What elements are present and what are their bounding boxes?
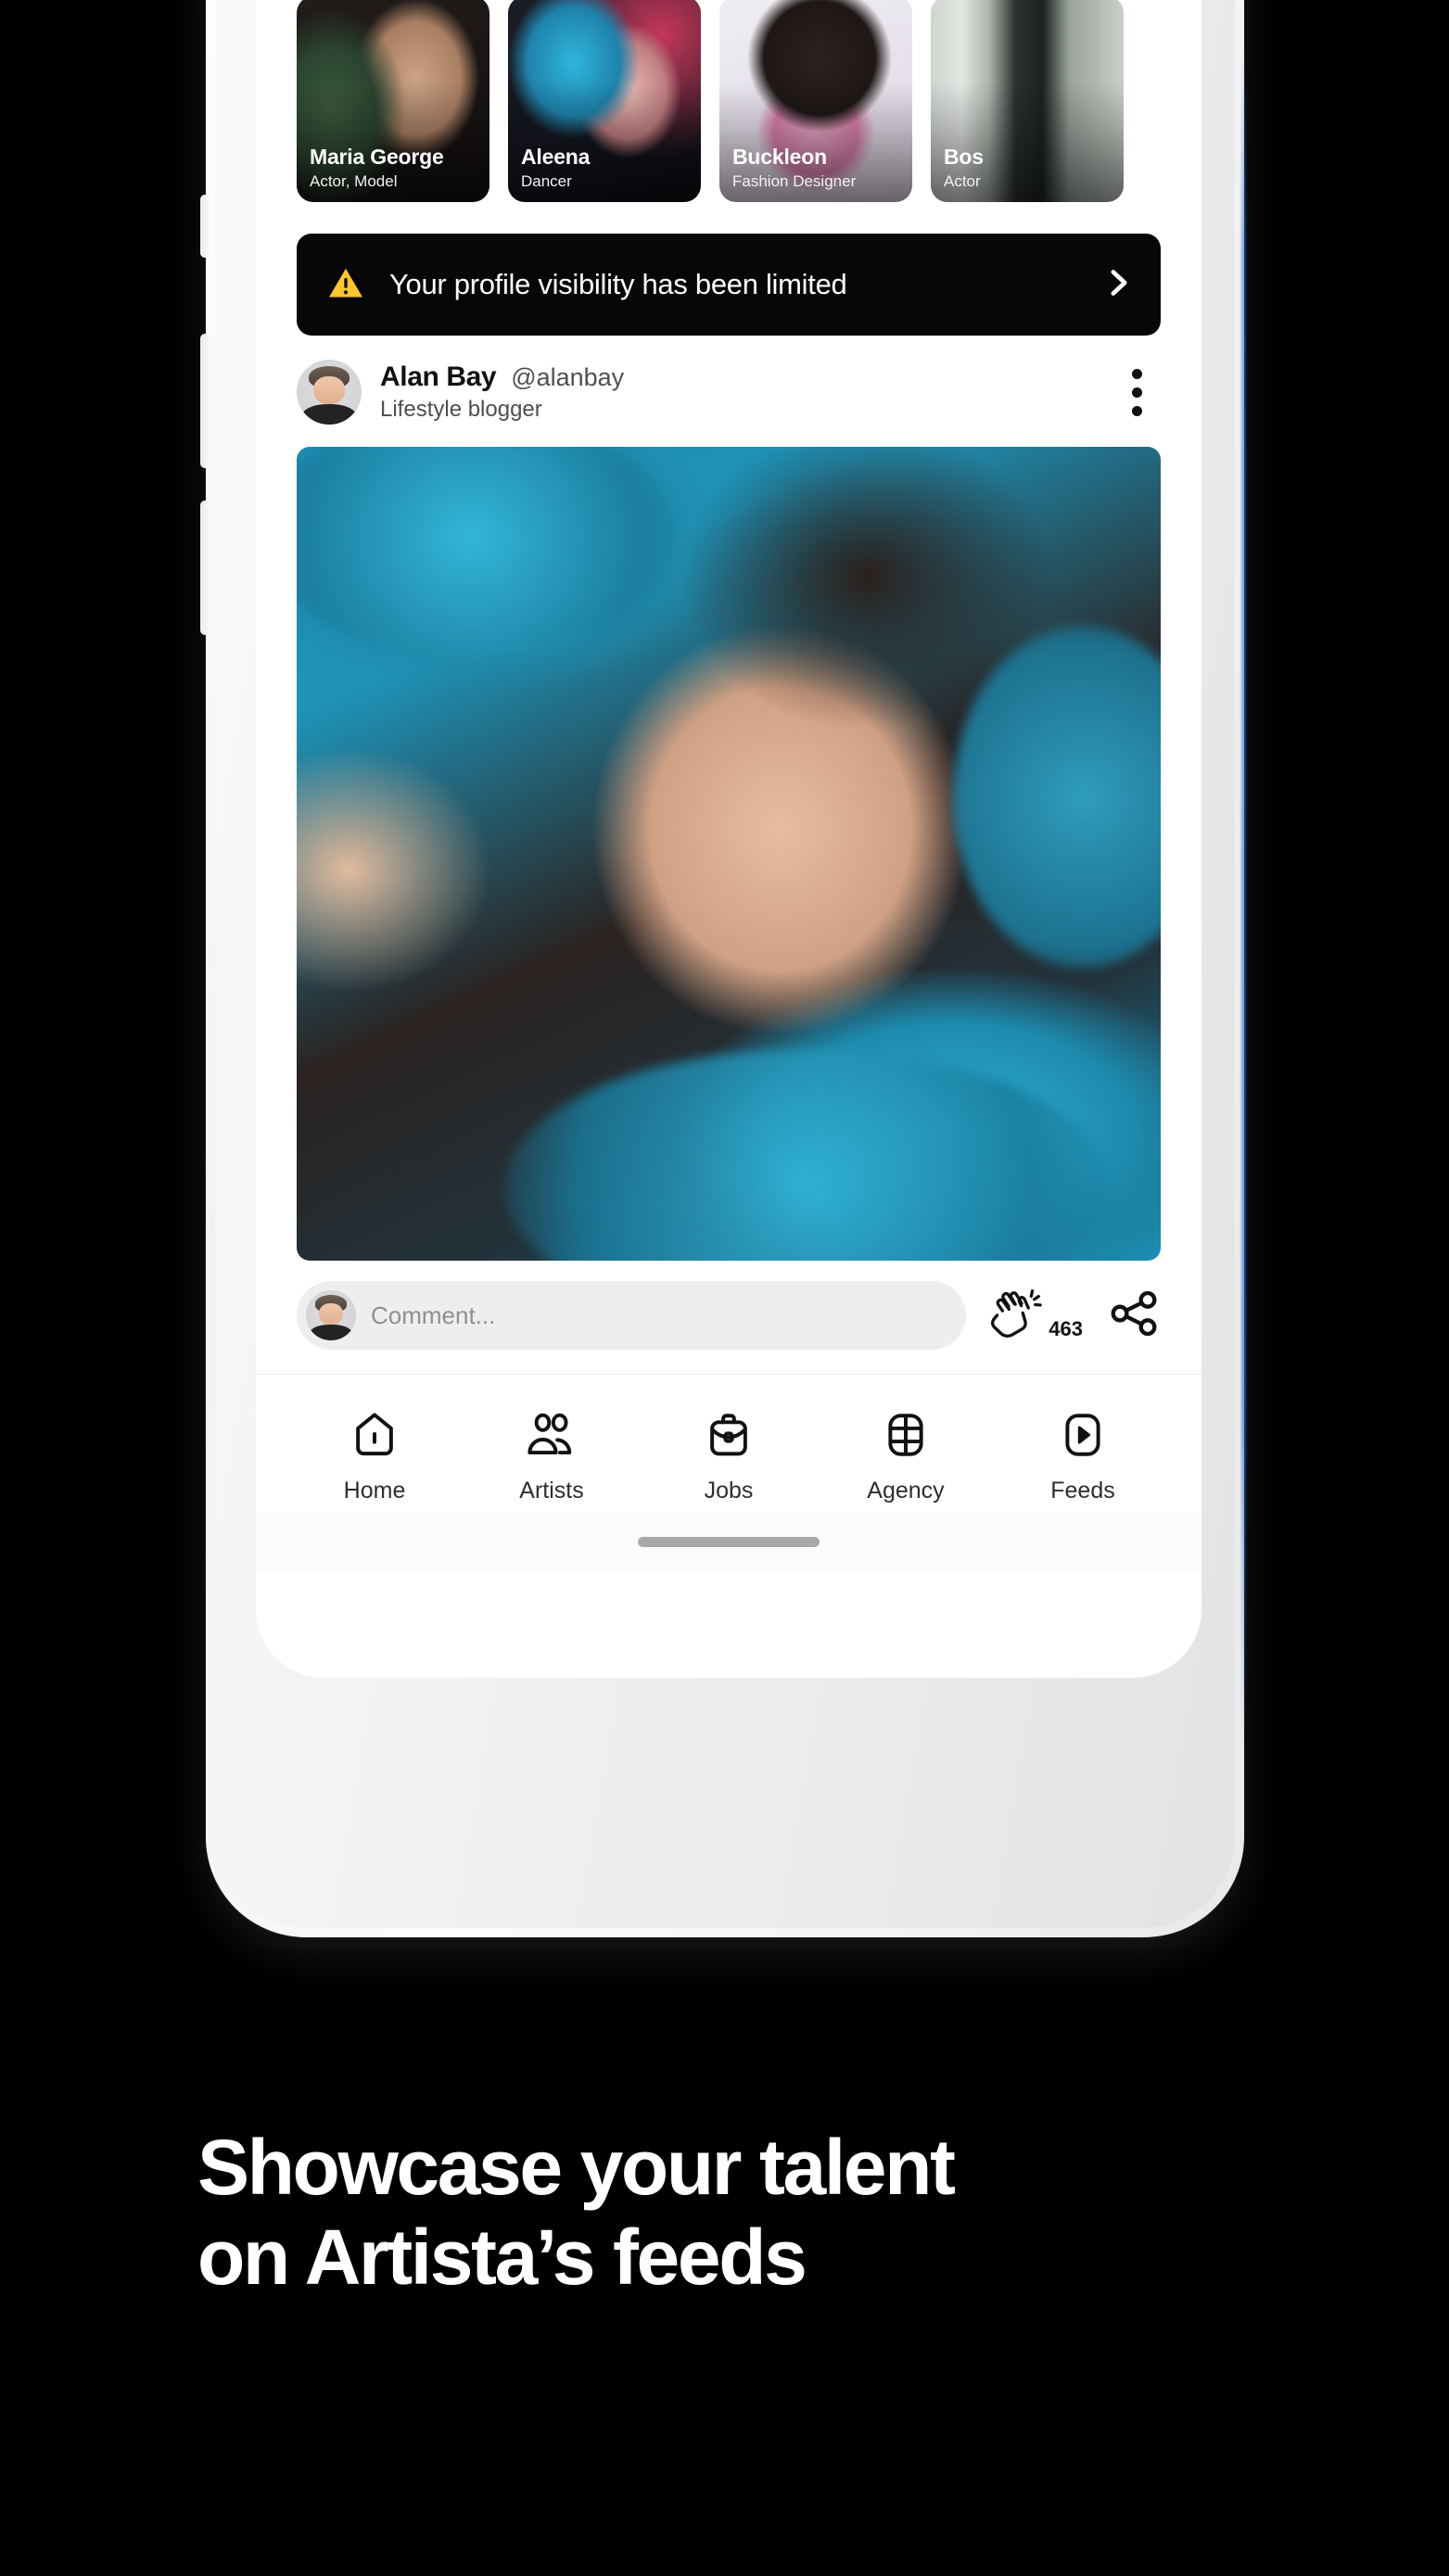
- nav-item-agency[interactable]: Agency: [841, 1410, 971, 1504]
- briefcase-icon: [704, 1410, 754, 1465]
- story-role: Actor, Model: [310, 172, 398, 190]
- story-role: Actor: [944, 172, 981, 190]
- bottom-navigation: Home Artists Jobs Agency Feeds: [256, 1374, 1201, 1513]
- dot: [1131, 405, 1142, 416]
- nav-item-artists[interactable]: Artists: [487, 1410, 616, 1504]
- film-grid-icon: [881, 1410, 931, 1465]
- share-icon: [1109, 1290, 1161, 1341]
- nav-label: Agency: [867, 1477, 945, 1504]
- post-author-row: Alan Bay @alanbay: [380, 362, 1099, 393]
- home-indicator[interactable]: [638, 1536, 820, 1547]
- foliage-accent: [953, 626, 1161, 968]
- profile-visibility-banner[interactable]: Your profile visibility has been limited: [297, 234, 1161, 336]
- story-meta: Maria George Actor, Model: [310, 145, 482, 191]
- avatar-face: [313, 376, 345, 404]
- home-icon: [350, 1410, 400, 1465]
- more-vertical-icon[interactable]: [1118, 368, 1161, 416]
- story-name: Maria George: [310, 145, 444, 169]
- post-author-name[interactable]: Alan Bay: [380, 362, 497, 393]
- headline-line-1: Showcase your talent: [197, 2124, 956, 2211]
- story-name: Buckleon: [732, 145, 827, 169]
- dot: [1131, 368, 1142, 379]
- story-name: Aleena: [521, 145, 591, 169]
- share-button[interactable]: [1103, 1289, 1161, 1342]
- headline-line-2: on Artista’s feeds: [197, 2214, 807, 2302]
- story-role: Fashion Designer: [732, 172, 857, 190]
- story-card[interactable]: Bos Actor: [931, 0, 1124, 202]
- story-card[interactable]: Buckleon Fashion Designer: [719, 0, 912, 202]
- story-meta: Aleena Dancer: [521, 145, 693, 191]
- avatar[interactable]: [297, 360, 362, 425]
- dot: [1131, 387, 1142, 398]
- story-card[interactable]: Maria George Actor, Model: [297, 0, 489, 202]
- foliage-accent: [503, 1048, 1110, 1261]
- home-indicator-area: [256, 1513, 1201, 1570]
- mute-switch-button[interactable]: [200, 195, 209, 258]
- promo-screenshot: Artista: [0, 0, 1449, 2576]
- nav-item-feeds[interactable]: Feeds: [1018, 1410, 1148, 1504]
- phone-screen: Artista: [256, 0, 1201, 1678]
- story-role: Dancer: [521, 172, 572, 190]
- nav-label: Home: [343, 1477, 406, 1504]
- avatar-face: [319, 1303, 343, 1325]
- avatar-body: [310, 1324, 352, 1340]
- story-card[interactable]: Aleena Dancer: [508, 0, 701, 202]
- comment-input[interactable]: Comment...: [297, 1281, 967, 1350]
- post-actions: Comment... 463: [256, 1261, 1201, 1374]
- volume-up-button[interactable]: [200, 334, 209, 468]
- clap-button[interactable]: 463: [986, 1287, 1083, 1345]
- warning-triangle-icon: [326, 265, 365, 305]
- nav-item-jobs[interactable]: Jobs: [664, 1410, 794, 1504]
- banner-text: Your profile visibility has been limited: [389, 268, 847, 300]
- post-author-handle[interactable]: @alanbay: [511, 363, 624, 392]
- nav-item-home[interactable]: Home: [310, 1410, 439, 1504]
- people-icon: [525, 1410, 578, 1465]
- foliage-accent: [297, 447, 678, 659]
- post-author-meta: Alan Bay @alanbay Lifestyle blogger: [380, 362, 1099, 423]
- story-name: Bos: [944, 145, 984, 169]
- artist-story-carousel[interactable]: Maria George Actor, Model Aleena Dancer: [256, 0, 1201, 211]
- phone-device-frame: Artista: [200, 0, 1246, 1937]
- comment-placeholder: Comment...: [371, 1301, 496, 1329]
- post-header: Alan Bay @alanbay Lifestyle blogger: [256, 336, 1201, 425]
- story-meta: Bos Actor: [944, 145, 1116, 191]
- nav-label: Artists: [519, 1477, 584, 1504]
- nav-label: Feeds: [1050, 1477, 1115, 1504]
- device-edge-reflection: [1241, 46, 1246, 1743]
- chevron-right-icon[interactable]: [1105, 267, 1133, 303]
- post-photo[interactable]: [297, 447, 1161, 1261]
- volume-down-button[interactable]: [200, 501, 209, 635]
- nav-label: Jobs: [704, 1477, 754, 1504]
- page-title: Showcase your talent on Artista’s feeds: [197, 2123, 1291, 2303]
- story-meta: Buckleon Fashion Designer: [732, 145, 905, 191]
- avatar-body: [301, 403, 357, 425]
- comment-avatar: [306, 1290, 356, 1340]
- clap-icon: [986, 1287, 1044, 1345]
- post-author-role: Lifestyle blogger: [380, 397, 542, 422]
- clap-count: 463: [1049, 1316, 1083, 1340]
- play-icon: [1058, 1410, 1108, 1465]
